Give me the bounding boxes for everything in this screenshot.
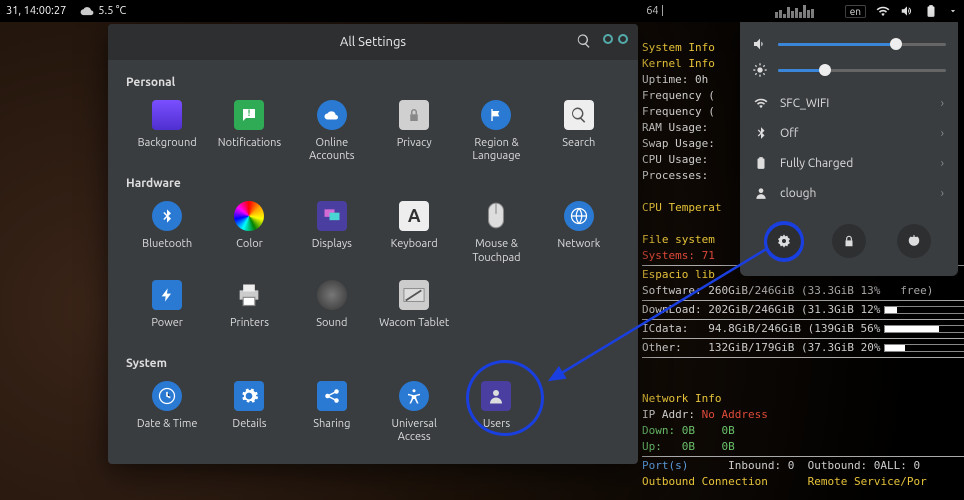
window-controls[interactable] bbox=[603, 34, 628, 44]
power-icon bbox=[159, 287, 175, 303]
tile-bluetooth[interactable]: Bluetooth bbox=[126, 194, 208, 268]
qs-user[interactable]: clough› bbox=[752, 178, 946, 208]
volume-icon[interactable] bbox=[900, 4, 914, 18]
caret-down-icon[interactable] bbox=[948, 6, 958, 16]
quick-settings-panel: SFC_WIFI› Off› Fully Charged› clough› bbox=[740, 22, 958, 276]
tile-search[interactable]: Search bbox=[538, 93, 620, 167]
settings-icon bbox=[776, 233, 792, 249]
settings-header: All Settings bbox=[108, 24, 638, 60]
tile-power[interactable]: Power bbox=[126, 273, 208, 347]
user-icon bbox=[754, 186, 768, 200]
mouse-icon bbox=[483, 201, 509, 231]
weather-temp: 5.5 °C bbox=[80, 4, 126, 18]
bluetooth-icon bbox=[159, 208, 175, 224]
settings-title: All Settings bbox=[340, 35, 406, 49]
tile-network[interactable]: Network bbox=[538, 194, 620, 268]
tile-sharing[interactable]: Sharing bbox=[291, 374, 373, 448]
chevron-right-icon: › bbox=[941, 127, 944, 140]
section-hardware: Hardware bbox=[126, 177, 620, 190]
tile-region[interactable]: Region & Language bbox=[455, 93, 537, 167]
battery-icon[interactable] bbox=[924, 4, 938, 18]
brightness-slider[interactable] bbox=[752, 62, 946, 78]
battery-icon bbox=[754, 156, 768, 170]
clock: 31, 14:00:27 bbox=[6, 5, 66, 17]
tile-users[interactable]: Users bbox=[455, 374, 537, 448]
tile-wacom[interactable]: Wacom Tablet bbox=[373, 273, 455, 347]
tile-online-accounts[interactable]: Online Accounts bbox=[291, 93, 373, 167]
tile-sound[interactable]: Sound bbox=[291, 273, 373, 347]
power-button[interactable] bbox=[897, 224, 931, 258]
cloud-icon bbox=[323, 106, 341, 124]
tile-keyboard[interactable]: AKeyboard bbox=[373, 194, 455, 268]
lock-button[interactable] bbox=[832, 224, 866, 258]
power-icon bbox=[907, 234, 921, 248]
globe-icon bbox=[569, 206, 589, 226]
section-system: System bbox=[126, 357, 620, 370]
notification-icon: ! bbox=[240, 106, 258, 124]
lock-icon bbox=[405, 106, 423, 124]
search-icon bbox=[570, 106, 588, 124]
gear-icon bbox=[239, 386, 259, 406]
tile-datetime[interactable]: Date & Time bbox=[126, 374, 208, 448]
chevron-right-icon: › bbox=[941, 187, 944, 200]
display-icon bbox=[322, 206, 342, 226]
search-icon bbox=[576, 33, 592, 49]
qs-bluetooth[interactable]: Off› bbox=[752, 118, 946, 148]
tablet-icon bbox=[403, 287, 425, 303]
tile-color[interactable]: Color bbox=[208, 194, 290, 268]
tile-printers[interactable]: Printers bbox=[208, 273, 290, 347]
cpu-pct: 64 | bbox=[646, 5, 664, 17]
svg-text:!: ! bbox=[248, 108, 251, 118]
tile-privacy[interactable]: Privacy bbox=[373, 93, 455, 167]
qs-battery[interactable]: Fully Charged› bbox=[752, 148, 946, 178]
tile-details[interactable]: Details bbox=[208, 374, 290, 448]
tile-displays[interactable]: Displays bbox=[291, 194, 373, 268]
settings-body: Personal Background !Notifications Onlin… bbox=[108, 60, 638, 458]
mini-chart bbox=[775, 4, 835, 18]
lang-indicator[interactable]: en bbox=[845, 5, 866, 18]
lock-icon bbox=[842, 234, 856, 248]
share-icon bbox=[323, 387, 341, 405]
settings-button[interactable] bbox=[767, 224, 801, 258]
accessibility-icon bbox=[405, 387, 423, 405]
flag-icon bbox=[488, 107, 504, 123]
settings-window: All Settings Personal Background !Notifi… bbox=[108, 24, 638, 464]
cloud-icon bbox=[80, 4, 94, 18]
volume-slider[interactable] bbox=[752, 36, 946, 52]
brightness-icon bbox=[752, 62, 768, 78]
tile-notifications[interactable]: !Notifications bbox=[208, 93, 290, 167]
chevron-right-icon: › bbox=[941, 97, 944, 110]
tile-background[interactable]: Background bbox=[126, 93, 208, 167]
section-personal: Personal bbox=[126, 76, 620, 89]
bluetooth-icon bbox=[754, 126, 768, 140]
tile-mouse[interactable]: Mouse & Touchpad bbox=[455, 194, 537, 268]
volume-icon bbox=[752, 36, 768, 52]
search-button[interactable] bbox=[576, 33, 592, 49]
user-icon bbox=[487, 387, 505, 405]
tile-universal-access[interactable]: Universal Access bbox=[373, 374, 455, 448]
wifi-icon[interactable] bbox=[876, 4, 890, 18]
wifi-icon bbox=[754, 96, 768, 110]
top-bar: 31, 14:00:27 5.5 °C 64 | en bbox=[0, 0, 964, 22]
clock-icon bbox=[157, 386, 177, 406]
chevron-right-icon: › bbox=[941, 157, 944, 170]
qs-wifi[interactable]: SFC_WIFI› bbox=[752, 88, 946, 118]
printer-icon bbox=[234, 281, 264, 309]
